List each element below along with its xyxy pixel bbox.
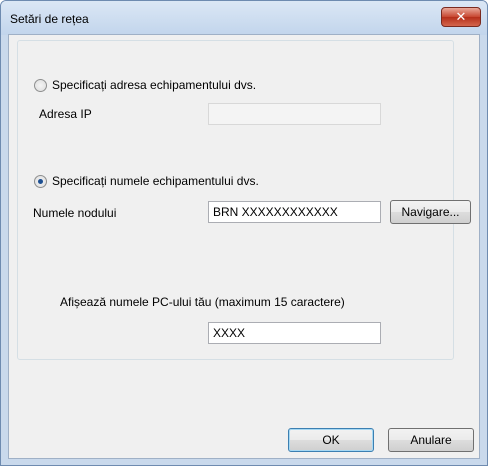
pc-name-label: Afișează numele PC-ului tău (maximum 15 …	[60, 295, 345, 309]
network-settings-dialog: Setări de rețea ✕ Specificați adresa ech…	[0, 0, 488, 466]
radio-specify-address[interactable]: Specificați adresa echipamentului dvs.	[34, 78, 256, 92]
radio-unchecked-icon[interactable]	[34, 78, 47, 92]
radio-specify-name-label: Specificați numele echipamentului dvs.	[52, 174, 259, 188]
ok-button[interactable]: OK	[288, 428, 374, 452]
node-name-label: Numele nodului	[33, 206, 117, 220]
close-icon: ✕	[455, 9, 467, 24]
radio-checked-icon[interactable]	[34, 174, 47, 188]
close-button[interactable]: ✕	[441, 7, 481, 27]
cancel-button[interactable]: Anulare	[388, 428, 474, 452]
title-bar[interactable]: Setări de rețea ✕	[1, 1, 487, 35]
radio-specify-name[interactable]: Specificați numele echipamentului dvs.	[34, 174, 259, 188]
ip-address-field[interactable]	[208, 103, 381, 125]
window-title: Setări de rețea	[10, 12, 89, 26]
browse-button[interactable]: Navigare...	[390, 200, 471, 224]
radio-specify-address-label: Specificați adresa echipamentului dvs.	[52, 78, 257, 92]
ip-address-label: Adresa IP	[39, 107, 92, 121]
node-name-field[interactable]: BRN XXXXXXXXXXXX	[208, 201, 381, 223]
pc-name-field[interactable]: XXXX	[208, 322, 381, 344]
